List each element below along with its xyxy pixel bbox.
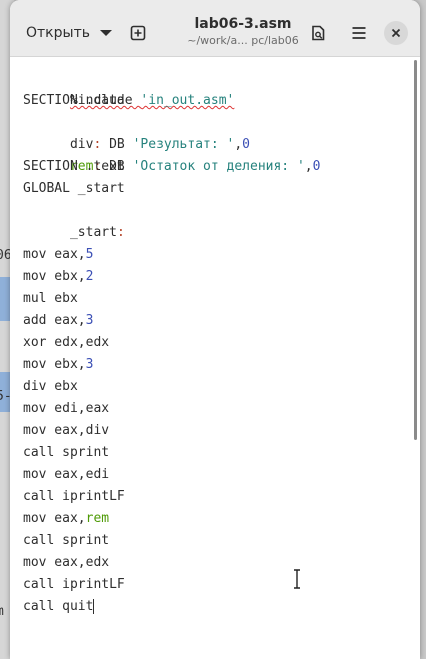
code-line: mov edi,eax [23,401,110,416]
code-line: mov eax,edx [23,555,110,570]
code-line: rem: DB 'Остаток от деления: ',0 [23,134,320,174]
code-line: mov eax,rem [23,508,109,530]
code-token: 'in_out.asm' [140,93,235,108]
close-window-button[interactable] [384,21,408,45]
text-cursor [93,599,95,614]
new-tab-icon [130,25,146,41]
code-line: mov eax,edi [23,467,110,482]
code-token: call quit [23,599,94,614]
code-line: mul ebx [23,291,78,306]
open-button-label: Открыть [26,25,90,41]
code-line: call sprint [23,533,110,548]
code-token: 3 [85,357,94,372]
code-line: SECTION .text [23,159,125,174]
code-token: mov eax, [23,247,86,262]
ibeam-cursor-icon [294,569,300,589]
code-line: div ebx [23,379,78,394]
code-line: mov eax,5 [23,244,93,266]
code-token: mov eax, [23,511,86,526]
code-line: call sprint [23,445,110,460]
main-menu-button[interactable] [343,17,375,49]
vertical-scrollbar[interactable] [414,60,417,440]
hamburger-menu-icon [352,27,366,39]
code-line: xor edx,edx [23,335,110,350]
code-line: mov ebx,2 [23,266,93,288]
document-path: ~/work/a... pc/lab06 [187,34,299,47]
window-title-area: lab06-3.asm ~/work/a... pc/lab06 [168,16,318,47]
code-token: : [116,225,125,240]
code-editor[interactable]: %include 'in_out.asm' SECTION .data div:… [10,57,414,659]
code-token: 3 [85,313,94,328]
code-token: 2 [85,269,94,284]
code-line: _start: [23,200,125,240]
code-token: 5 [85,247,94,262]
new-document-button[interactable] [122,17,154,49]
code-line: mov ebx,3 [23,354,93,376]
code-line: call iprintLF [23,489,125,504]
close-icon [391,28,401,38]
save-document-icon [312,25,325,41]
document-title: lab06-3.asm [194,16,292,32]
code-token: add eax, [23,313,86,328]
code-line: add eax,3 [23,310,93,332]
code-line: call quit [23,596,95,618]
open-button[interactable]: Открыть [18,17,126,49]
code-token: , [304,159,313,174]
code-line: %include 'in_out.asm' [23,68,234,108]
code-token: 'Остаток от деления: ' [132,159,305,174]
code-line: div: DB 'Результат: ',0 [23,112,250,152]
text-editor-window: Открыть lab06-3.asm ~/work/a... pc/lab06 [10,0,420,659]
code-line: mov eax,div [23,423,110,438]
code-token: _start [69,225,117,240]
code-token: mov ebx, [23,269,86,284]
chevron-down-icon [99,30,112,36]
code-line: SECTION .data [23,93,125,108]
background-text: m [0,604,4,619]
code-token: mov ebx, [23,357,86,372]
code-line: call iprintLF [23,577,125,592]
save-button[interactable] [302,17,334,49]
code-token: 0 [312,159,321,174]
code-line: GLOBAL _start [23,181,125,196]
code-token: rem [85,511,110,526]
header-bar: Открыть lab06-3.asm ~/work/a... pc/lab06 [10,0,420,57]
